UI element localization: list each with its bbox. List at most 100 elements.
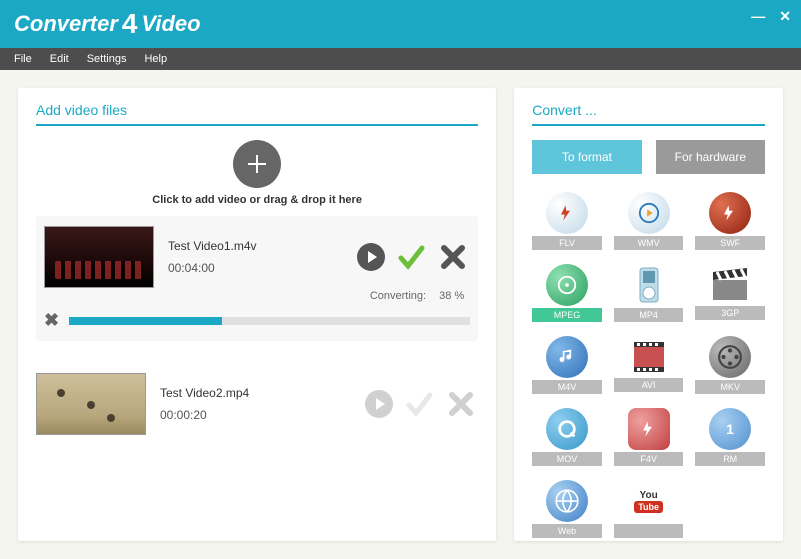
format-swf[interactable]: SWF <box>695 192 765 250</box>
youtube-text: You <box>640 490 658 501</box>
content-area: Add video files Click to add video or dr… <box>0 70 801 559</box>
ipod-icon <box>634 266 664 304</box>
menu-file[interactable]: File <box>6 50 40 68</box>
play-icon <box>356 242 386 272</box>
progress-row: ✖ <box>44 310 470 331</box>
status-text: Converting: <box>370 290 426 302</box>
title-mid: 4 <box>122 8 138 40</box>
play-button[interactable] <box>364 389 394 419</box>
format-label: RM <box>695 452 765 466</box>
video-item[interactable]: Test Video1.m4v 00:04:00 Converting: <box>36 216 478 341</box>
format-f4v[interactable]: F4V <box>614 408 684 466</box>
format-label <box>614 524 684 538</box>
add-button[interactable] <box>233 140 281 188</box>
format-rm[interactable]: 1 RM <box>695 408 765 466</box>
confirm-button[interactable] <box>396 242 426 272</box>
play-icon <box>364 389 394 419</box>
format-label: SWF <box>695 236 765 250</box>
tube-badge: Tube <box>634 501 663 513</box>
progress-status: Converting: 38 % <box>44 290 470 302</box>
x-icon <box>438 242 468 272</box>
convert-panel: Convert ... To format For hardware FLV W… <box>514 88 783 541</box>
format-label: WMV <box>614 236 684 250</box>
disc-icon <box>556 274 578 296</box>
format-label: MP4 <box>614 308 684 322</box>
quicktime-icon <box>556 418 578 440</box>
drop-zone[interactable]: Click to add video or drag & drop it her… <box>36 140 478 206</box>
menu-settings[interactable]: Settings <box>79 50 135 68</box>
format-label: MPEG <box>532 308 602 322</box>
add-files-panel: Add video files Click to add video or dr… <box>18 88 496 541</box>
titlebar: Converter4Video — ✕ <box>0 0 801 48</box>
tab-for-hardware[interactable]: For hardware <box>656 140 765 174</box>
close-button[interactable]: ✕ <box>779 8 791 25</box>
format-label: AVI <box>614 378 684 392</box>
format-grid: FLV WMV SWF MPEG MP4 3GP M4V AVI MKV MOV… <box>532 192 765 538</box>
format-m4v[interactable]: M4V <box>532 336 602 394</box>
minimize-button[interactable]: — <box>751 8 765 25</box>
cancel-convert-button[interactable]: ✖ <box>44 310 59 331</box>
drop-hint: Click to add video or drag & drop it her… <box>36 194 478 206</box>
window-controls: — ✕ <box>751 8 791 25</box>
itunes-icon <box>557 347 577 367</box>
wmplayer-icon <box>638 202 660 224</box>
x-icon <box>446 389 476 419</box>
video-filename: Test Video1.m4v <box>168 239 342 253</box>
format-label: MKV <box>695 380 765 394</box>
video-actions <box>364 387 478 421</box>
remove-button[interactable] <box>444 387 478 421</box>
remove-button[interactable] <box>436 240 470 274</box>
format-mkv[interactable]: MKV <box>695 336 765 394</box>
format-avi[interactable]: AVI <box>614 336 684 394</box>
title-post: Video <box>142 11 201 36</box>
video-info: Test Video2.mp4 00:00:20 <box>160 386 350 422</box>
video-actions <box>356 240 470 274</box>
flash-f-icon <box>640 420 658 438</box>
globe-icon <box>554 488 580 514</box>
progress-fill <box>69 317 221 325</box>
plus-icon <box>245 152 269 176</box>
video-info: Test Video1.m4v 00:04:00 <box>168 239 342 275</box>
format-label: M4V <box>532 380 602 394</box>
format-3gp[interactable]: 3GP <box>695 264 765 322</box>
convert-header: Convert ... <box>532 102 765 126</box>
format-label: FLV <box>532 236 602 250</box>
format-mov[interactable]: MOV <box>532 408 602 466</box>
tab-row: To format For hardware <box>532 140 765 174</box>
format-flv[interactable]: FLV <box>532 192 602 250</box>
format-mp4[interactable]: MP4 <box>614 264 684 322</box>
format-label: F4V <box>614 452 684 466</box>
format-mpeg[interactable]: MPEG <box>532 264 602 322</box>
add-files-header: Add video files <box>36 102 478 126</box>
format-wmv[interactable]: WMV <box>614 192 684 250</box>
menubar: File Edit Settings Help <box>0 48 801 70</box>
tab-to-format[interactable]: To format <box>532 140 641 174</box>
svg-text:1: 1 <box>726 421 734 437</box>
play-button[interactable] <box>356 242 386 272</box>
realplayer-icon: 1 <box>718 417 742 441</box>
filmstrip-icon <box>628 338 670 376</box>
check-icon <box>404 389 434 419</box>
clapper-icon <box>709 266 751 304</box>
menu-help[interactable]: Help <box>136 50 175 68</box>
percent-text: 38 % <box>439 290 464 302</box>
confirm-button[interactable] <box>404 389 434 419</box>
format-label: MOV <box>532 452 602 466</box>
format-label: 3GP <box>695 306 765 320</box>
progress-bar <box>69 317 470 325</box>
app-title: Converter4Video <box>14 8 201 40</box>
flash-icon <box>721 204 739 222</box>
check-icon <box>396 242 426 272</box>
title-pre: Converter <box>14 11 118 36</box>
menu-edit[interactable]: Edit <box>42 50 77 68</box>
video-duration: 00:00:20 <box>160 408 350 422</box>
video-filename: Test Video2.mp4 <box>160 386 350 400</box>
format-label: Web <box>532 524 602 538</box>
bolt-icon <box>558 204 576 222</box>
video-item[interactable]: Test Video2.mp4 00:00:20 <box>36 363 478 445</box>
thumbnail <box>44 226 154 288</box>
format-web[interactable]: Web <box>532 480 602 538</box>
format-youtube[interactable]: YouTube <box>614 480 684 538</box>
thumbnail <box>36 373 146 435</box>
video-duration: 00:04:00 <box>168 261 342 275</box>
